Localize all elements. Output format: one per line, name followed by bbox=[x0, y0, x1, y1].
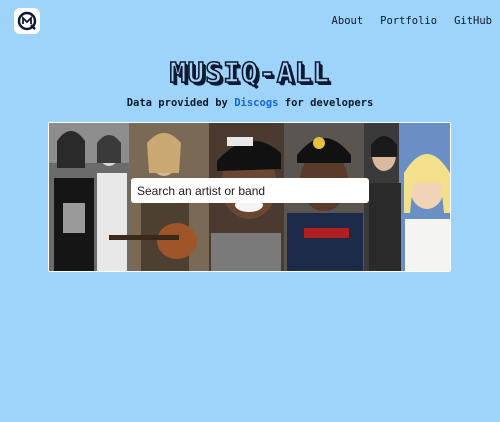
discogs-link[interactable]: Discogs bbox=[234, 97, 278, 109]
musiq-logo-icon bbox=[17, 11, 37, 31]
subtitle-prefix: Data provided by bbox=[126, 97, 228, 109]
app-logo[interactable] bbox=[14, 8, 40, 34]
subtitle-suffix: for developers bbox=[284, 97, 374, 109]
collage-panel-1 bbox=[49, 123, 129, 271]
nav-about-link[interactable]: About bbox=[332, 15, 364, 27]
nav-github-link[interactable]: GitHub bbox=[454, 15, 492, 27]
collage-panel-5 bbox=[364, 123, 450, 271]
nav-portfolio-link[interactable]: Portfolio bbox=[380, 15, 437, 27]
top-nav: About Portfolio GitHub bbox=[332, 15, 492, 27]
artist-search-input[interactable] bbox=[131, 178, 369, 203]
page-title: MUSIQ-ALL bbox=[169, 55, 331, 90]
page-subtitle: Data provided by Discogs for developers bbox=[0, 97, 500, 109]
